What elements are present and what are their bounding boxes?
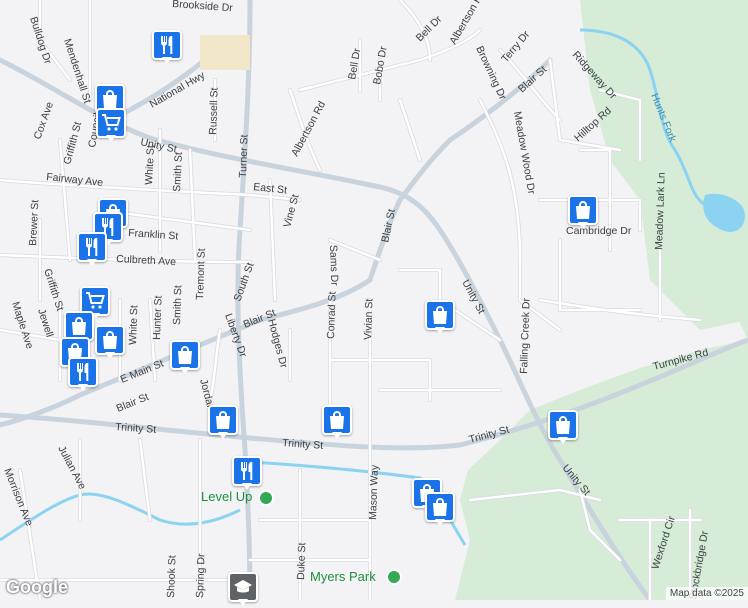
pin-shopping-8[interactable] xyxy=(425,300,455,336)
label-duke-st: Duke St xyxy=(295,542,308,580)
poi-myers-park-icon[interactable] xyxy=(386,569,402,585)
label-shook-st: Shook St xyxy=(165,555,178,598)
label-jewell: Jewell xyxy=(35,307,55,338)
label-white-st-s: White St xyxy=(127,305,140,345)
restaurant-icon xyxy=(74,362,92,382)
shopping-cart-icon xyxy=(101,114,121,132)
shopping-bag-icon xyxy=(101,330,119,350)
shopping-bag-icon xyxy=(574,200,592,220)
pin-shopping-10[interactable] xyxy=(208,405,238,441)
pin-restaurant-5[interactable] xyxy=(232,456,262,492)
pin-school[interactable] xyxy=(228,572,258,608)
label-south-st: South St xyxy=(232,261,257,303)
label-morrison-ave: Morrison Ave xyxy=(1,467,35,528)
label-hunter-st: Hunter St xyxy=(151,295,165,340)
label-turner-st: Turner St xyxy=(237,134,251,178)
pin-restaurant-1[interactable] xyxy=(152,30,182,66)
label-julian-ave: Julian Ave xyxy=(55,444,88,492)
poi-myers-park-label[interactable]: Myers Park xyxy=(310,569,376,584)
label-trinity-st-mid: Trinity St xyxy=(282,437,324,452)
restaurant-icon xyxy=(83,237,101,257)
restaurant-icon xyxy=(158,35,176,55)
green-area-east xyxy=(580,0,748,330)
label-bobo-dr: Bobo Dr xyxy=(371,45,390,86)
label-maple-ave: Maple Ave xyxy=(9,300,36,350)
label-smith-st-n: Smith St xyxy=(171,152,185,192)
pin-shopping-6[interactable] xyxy=(170,340,200,376)
shopping-bag-icon xyxy=(554,415,572,435)
label-e-main-st: E Main St xyxy=(119,358,166,386)
label-cox-ave: Cox Ave xyxy=(32,100,57,141)
label-terry-dr: Terry Dr xyxy=(499,28,533,65)
label-smith-st-s: Smith St xyxy=(171,285,184,325)
pin-restaurant-3[interactable] xyxy=(77,232,107,268)
pin-shopping-4[interactable] xyxy=(95,325,125,361)
label-franklin-st: Franklin St xyxy=(128,227,179,242)
label-unity-st-mid: Unity St xyxy=(459,278,487,316)
pin-shopping-7[interactable] xyxy=(568,195,598,231)
label-blair-st-n: Blair St xyxy=(379,208,398,244)
label-white-st-n: White St xyxy=(143,145,157,185)
label-tremont-st: Tremont St xyxy=(194,248,208,300)
shopping-bag-icon xyxy=(214,410,232,430)
label-sams-dr: Sams Dr xyxy=(327,245,340,287)
label-mason-way: Mason Way xyxy=(367,464,381,520)
restaurant-icon xyxy=(238,461,256,481)
pin-shopping-9[interactable] xyxy=(322,405,352,441)
label-bell-dr-e: Bell Dr xyxy=(414,13,445,44)
label-spring-dr: Spring Dr xyxy=(194,553,208,598)
label-culbreth-ave: Culbreth Ave xyxy=(116,253,177,268)
label-trinity-st-w: Trinity St xyxy=(115,421,157,436)
label-meadow-wood-dr: Meadow Wood Dr xyxy=(511,110,537,195)
label-vivian-st: Vivian St xyxy=(362,298,375,340)
label-hodges-dr: Hodges Dr xyxy=(265,318,290,370)
label-brewer-st: Brewer St xyxy=(27,199,41,246)
label-falling-creek-dr: Falling Creek Dr xyxy=(518,297,533,374)
label-blair-st-sw: Blair St xyxy=(115,391,151,415)
shopping-bag-icon xyxy=(101,89,119,109)
school-icon xyxy=(233,578,253,596)
label-russell-st: Russell St xyxy=(207,87,221,135)
shopping-bag-icon xyxy=(70,316,88,336)
shopping-cart-icon xyxy=(85,292,105,310)
label-griffith-st-s: Griffith St xyxy=(41,267,66,312)
school-grounds xyxy=(200,35,250,70)
google-logo: Google xyxy=(6,577,68,597)
shopping-bag-icon xyxy=(431,305,449,325)
pin-shopping-13[interactable] xyxy=(425,492,455,528)
shopping-bag-icon xyxy=(431,497,449,517)
label-griffith-st-n: Griffith St xyxy=(61,121,84,166)
label-national-hwy: National Hwy xyxy=(148,69,208,111)
pin-restaurant-4[interactable] xyxy=(68,357,98,393)
map-attribution: Map data ©2025 xyxy=(665,587,748,600)
label-conrad-st: Conrad St xyxy=(325,291,339,339)
poi-level-up-icon[interactable] xyxy=(258,490,274,506)
label-brookside-dr: Brookside Dr xyxy=(172,0,234,14)
shopping-bag-icon xyxy=(328,410,346,430)
label-bulldog-dr: Bulldog Dr xyxy=(27,15,54,66)
shopping-bag-icon xyxy=(176,345,194,365)
pin-cart-1[interactable] xyxy=(96,108,126,144)
pin-shopping-11[interactable] xyxy=(548,410,578,446)
